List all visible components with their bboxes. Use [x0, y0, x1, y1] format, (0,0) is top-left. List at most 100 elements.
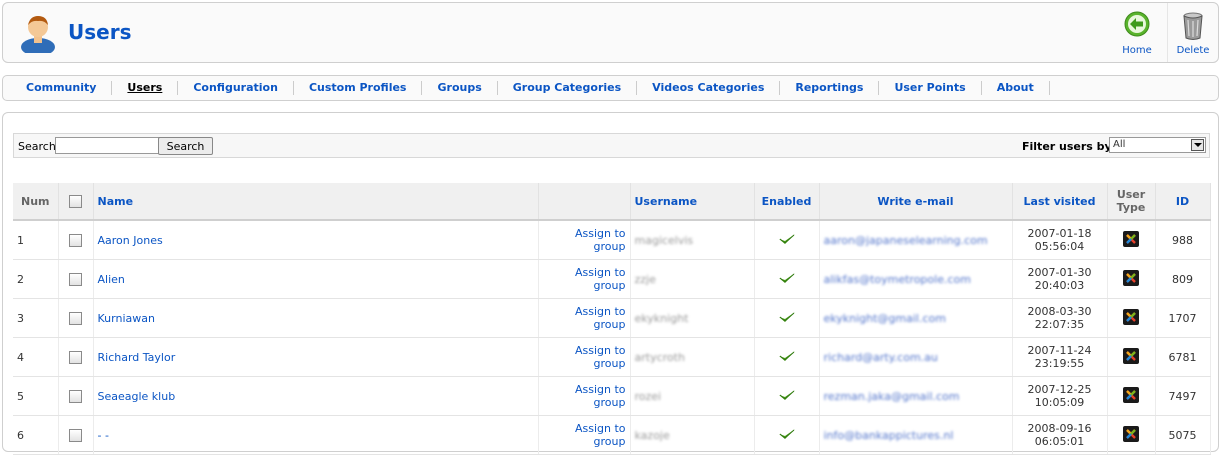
user-name-link[interactable]: Aaron Jones — [98, 234, 163, 247]
col-id[interactable]: ID — [1155, 183, 1211, 221]
filter-selected-value: All — [1113, 139, 1126, 150]
row-last-visited: 2008-03-30 22:07:35 — [1012, 298, 1108, 338]
row-enabled[interactable] — [754, 415, 820, 455]
row-enabled[interactable] — [754, 220, 820, 260]
row-user-type — [1107, 220, 1156, 260]
joomla-user-type-icon — [1123, 386, 1139, 403]
row-num: 2 — [13, 259, 59, 299]
row-enabled[interactable] — [754, 298, 820, 338]
col-username[interactable]: Username — [630, 183, 755, 221]
tab-videos-categories[interactable]: Videos Categories — [637, 81, 781, 95]
select-all-checkbox[interactable] — [69, 194, 82, 208]
row-username: rozei — [630, 376, 755, 416]
row-name-cell: Aaron Jones — [93, 220, 539, 260]
row-assign-cell: Assign to group — [538, 415, 631, 455]
row-user-type — [1107, 376, 1156, 416]
enabled-check-icon — [778, 428, 795, 439]
table-row: 6 - - Assign to group kazoje info@bankappict… — [13, 415, 1211, 455]
assign-to-group-link[interactable]: Assign to group — [575, 383, 626, 409]
row-email: rezman.jaka@gmail.com — [819, 376, 1013, 416]
search-button[interactable]: Search — [158, 137, 213, 155]
enabled-check-icon — [778, 272, 795, 283]
tab-configuration[interactable]: Configuration — [178, 81, 294, 95]
row-checkbox[interactable] — [69, 389, 82, 403]
username-text: zzje — [634, 272, 656, 286]
user-name-link[interactable]: Seaeagle klub — [98, 390, 176, 403]
assign-to-group-link[interactable]: Assign to group — [575, 344, 626, 370]
email-link[interactable]: ekyknight@gmail.com — [824, 312, 946, 325]
row-num: 1 — [13, 220, 59, 260]
filter-users-select[interactable]: All — [1109, 137, 1206, 153]
row-user-type — [1107, 298, 1156, 338]
user-name-link[interactable]: Kurniawan — [98, 312, 155, 325]
last-visited-time: 06:05:01 — [1034, 435, 1085, 448]
row-user-type — [1107, 337, 1156, 377]
tab-about[interactable]: About — [982, 81, 1050, 95]
row-enabled[interactable] — [754, 376, 820, 416]
row-checkbox[interactable] — [69, 233, 82, 247]
last-visited-date: 2008-03-30 — [1027, 305, 1092, 318]
row-id: 809 — [1155, 259, 1211, 299]
col-email[interactable]: Write e-mail — [819, 183, 1013, 221]
row-checkbox[interactable] — [69, 350, 82, 364]
home-label: Home — [1122, 45, 1152, 56]
row-username: magicelvis — [630, 220, 755, 260]
row-id: 988 — [1155, 220, 1211, 260]
enabled-check-icon — [778, 233, 795, 244]
chevron-down-icon — [1191, 139, 1204, 151]
home-button[interactable]: Home — [1107, 3, 1167, 62]
assign-to-group-link[interactable]: Assign to group — [575, 422, 626, 448]
username-text: ekyknight — [634, 311, 689, 325]
tab-groups[interactable]: Groups — [422, 81, 498, 95]
row-enabled[interactable] — [754, 337, 820, 377]
joomla-user-type-icon — [1123, 308, 1139, 325]
tab-custom-profiles[interactable]: Custom Profiles — [294, 81, 423, 95]
row-enabled[interactable] — [754, 259, 820, 299]
email-link[interactable]: richard@arty.com.au — [824, 351, 938, 364]
col-user-type-line2: Type — [1116, 201, 1146, 214]
row-name-cell: Richard Taylor — [93, 337, 539, 377]
delete-button[interactable]: Delete — [1167, 3, 1218, 62]
toolbar: Home Delete — [1107, 3, 1218, 62]
row-user-type — [1107, 259, 1156, 299]
row-checkbox-cell — [58, 259, 94, 299]
col-user-type-line1: User — [1116, 188, 1146, 201]
col-assign — [538, 183, 631, 221]
tab-community[interactable]: Community — [11, 81, 113, 95]
tab-reportings[interactable]: Reportings — [780, 81, 880, 95]
row-username: artycroth — [630, 337, 755, 377]
user-name-link[interactable]: Richard Taylor — [98, 351, 176, 364]
row-checkbox[interactable] — [69, 272, 82, 286]
row-checkbox[interactable] — [69, 311, 82, 325]
assign-to-group-link[interactable]: Assign to group — [575, 227, 626, 253]
user-name-link[interactable]: Alien — [98, 273, 125, 286]
col-last-visited[interactable]: Last visited — [1012, 183, 1108, 221]
row-username: kazoje — [630, 415, 755, 455]
row-email: richard@arty.com.au — [819, 337, 1013, 377]
row-name-cell: Seaeagle klub — [93, 376, 539, 416]
last-visited-date: 2007-12-25 — [1027, 383, 1092, 396]
row-num: 6 — [13, 415, 59, 455]
col-name[interactable]: Name — [93, 183, 539, 221]
row-checkbox[interactable] — [69, 428, 82, 442]
email-link[interactable]: info@bankappictures.nl — [824, 429, 954, 442]
row-checkbox-cell — [58, 298, 94, 338]
last-visited-time: 05:56:04 — [1034, 240, 1085, 253]
email-link[interactable]: alikfas@toymetropole.com — [824, 273, 971, 286]
tab-group-categories[interactable]: Group Categories — [498, 81, 638, 95]
user-name-link[interactable]: - - — [98, 429, 109, 442]
username-text: kazoje — [634, 428, 670, 442]
assign-to-group-link[interactable]: Assign to group — [575, 266, 626, 292]
tab-user-points[interactable]: User Points — [879, 81, 982, 95]
tab-users[interactable]: Users — [112, 81, 179, 95]
row-assign-cell: Assign to group — [538, 259, 631, 299]
row-email: alikfas@toymetropole.com — [819, 259, 1013, 299]
assign-to-group-link[interactable]: Assign to group — [575, 305, 626, 331]
email-link[interactable]: rezman.jaka@gmail.com — [824, 390, 960, 403]
col-user-type: User Type — [1107, 183, 1156, 221]
email-link[interactable]: aaron@japaneselearning.com — [824, 234, 988, 247]
col-enabled[interactable]: Enabled — [754, 183, 820, 221]
joomla-user-type-icon — [1123, 347, 1139, 364]
joomla-user-type-icon — [1123, 269, 1139, 286]
search-input[interactable] — [55, 137, 160, 154]
